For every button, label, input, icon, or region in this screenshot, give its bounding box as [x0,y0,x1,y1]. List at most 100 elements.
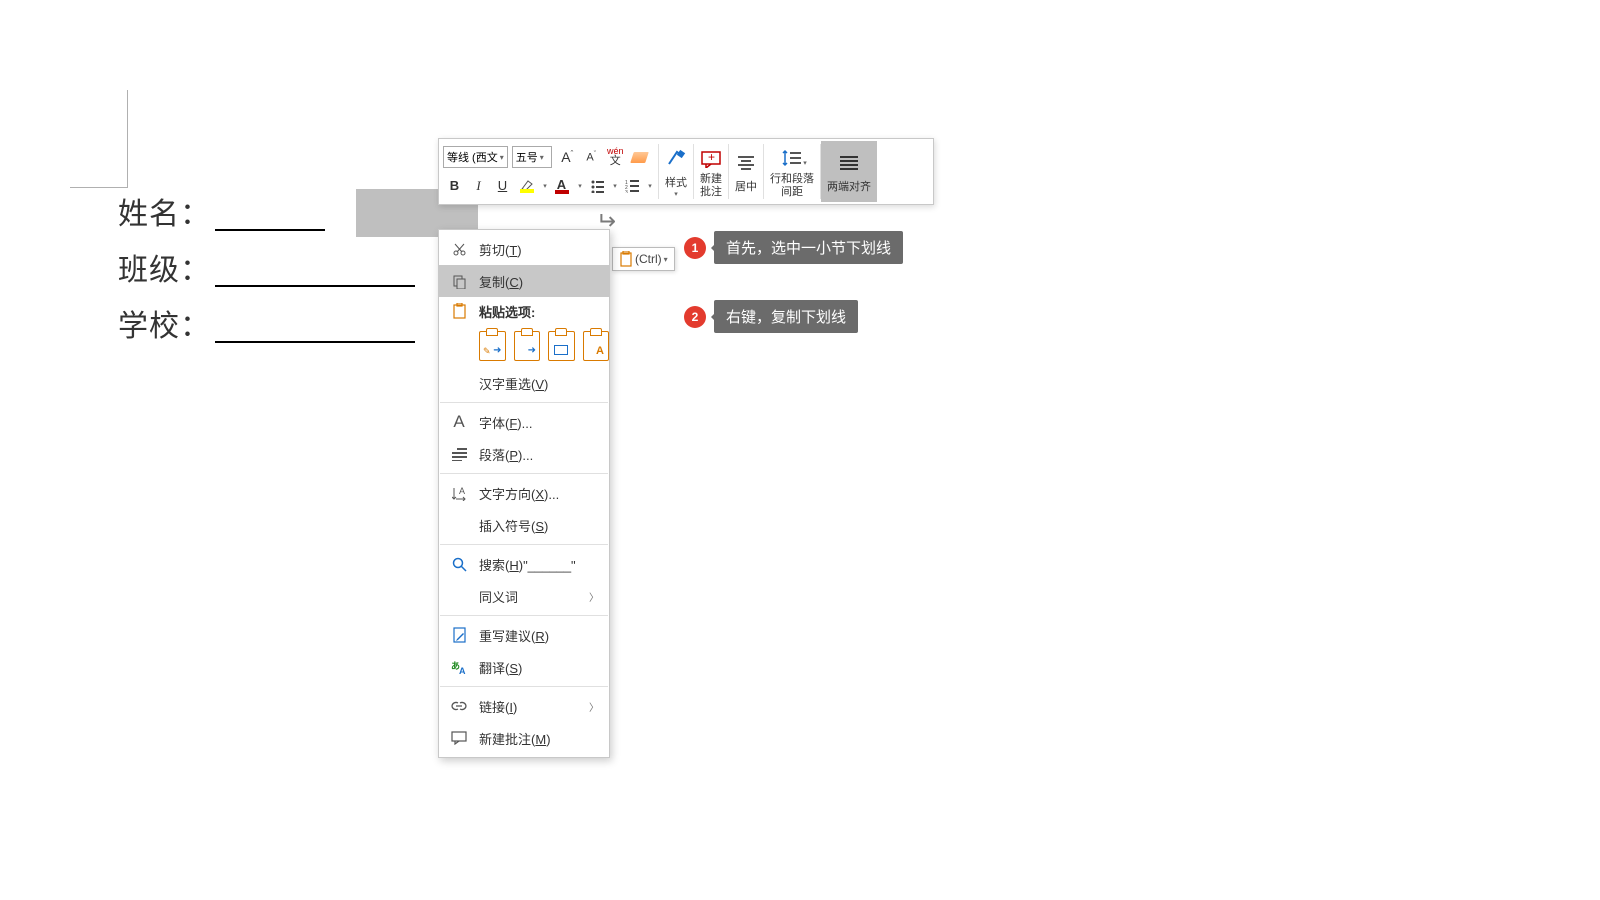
decrease-font-button[interactable]: Aˇ [580,145,603,169]
menu-paragraph-label: 段落(P)... [479,445,599,464]
menu-paste-options-label: 粘贴选项: [479,302,599,321]
justify-icon [839,154,859,172]
bold-button[interactable]: B [443,174,466,198]
svg-text:A: A [459,666,466,675]
font-color-button[interactable]: A [550,174,573,198]
font-name-value: 等线 (西文 [447,149,498,165]
numbering-dropdown[interactable]: ▾ [644,174,654,198]
numbering-button[interactable]: 123 [620,174,643,198]
menu-search-label: 搜索(H)"______" [479,555,599,574]
font-color-dropdown[interactable]: ▾ [574,174,584,198]
menu-font-label: 字体(F)... [479,413,599,432]
font-size-combo[interactable]: 五号▾ [512,146,552,168]
annotation-2: 2 右键，复制下划线 [684,300,858,333]
numbering-icon: 123 [625,179,639,193]
svg-text:3: 3 [625,190,628,193]
new-comment-button[interactable]: + 新建 批注 [694,141,728,202]
eraser-icon [630,152,649,163]
label-name: 姓名： [118,189,211,233]
bullets-icon [590,179,604,193]
menu-link[interactable]: 链接(I) 〉 [439,690,609,722]
menu-search[interactable]: 搜索(H)"______" [439,548,609,580]
line-spacing-icon [781,149,803,167]
paste-options-row: ✎➜ ➜ A [439,325,609,367]
line-spacing-button[interactable]: 行和段落 间距 ▾ [764,141,820,202]
bullets-button[interactable] [585,174,608,198]
scissors-icon [449,242,469,257]
form-row-name: 姓名： [118,195,415,233]
center-button[interactable]: 居中 [729,141,763,202]
menu-insert-symbol-label: 插入符号(S) [479,516,599,535]
paste-picture[interactable] [548,331,575,361]
annotation-1-text: 首先，选中一小节下划线 [714,231,903,264]
separator [440,544,608,545]
menu-synonyms[interactable]: 同义词 〉 [439,580,609,612]
paste-merge-formatting[interactable]: ➜ [514,331,541,361]
menu-copy[interactable]: 复制(C) [439,265,609,297]
center-align-icon [736,154,756,172]
menu-text-direction-label: 文字方向(X)... [479,484,599,503]
styles-button[interactable]: 样式 ▾ [659,141,693,202]
submenu-arrow-icon: 〉 [589,589,599,604]
text-direction-icon: A [449,486,469,501]
underline-school[interactable] [215,341,415,343]
line-spacing-label: 行和段落 间距 [770,173,814,198]
paste-text-only[interactable]: A [583,331,610,361]
annotation-1: 1 首先，选中一小节下划线 [684,231,903,264]
svg-text:A: A [459,486,465,496]
separator [440,686,608,687]
highlight-button[interactable] [515,174,538,198]
menu-translate[interactable]: あA 翻译(S) [439,651,609,683]
comment-icon [449,731,469,745]
underline-button[interactable]: U [491,174,514,198]
annotation-2-text: 右键，复制下划线 [714,300,858,333]
comment-icon: + [700,148,722,168]
annotation-2-number: 2 [684,306,706,328]
font-a-icon: A [449,412,469,432]
mini-toolbar: 等线 (西文▾ 五号▾ Aˆ Aˇ wén文 B I U ▾ A ▾ ▾ [438,138,934,205]
label-class: 班级： [118,245,211,289]
menu-rewrite-label: 重写建议(R) [479,626,599,645]
paste-header-icon [449,303,469,319]
font-name-combo[interactable]: 等线 (西文▾ [443,146,508,168]
menu-hanzi-label: 汉字重选(V) [479,374,599,393]
rewrite-icon [449,627,469,643]
menu-rewrite[interactable]: 重写建议(R) [439,619,609,651]
menu-paste-options-header: 粘贴选项: [439,297,609,325]
phonetic-guide-button[interactable]: wén文 [604,145,627,169]
form-row-school: 学校： [118,307,415,345]
menu-synonyms-label: 同义词 [479,587,589,606]
italic-button[interactable]: I [467,174,490,198]
menu-text-direction[interactable]: A 文字方向(X)... [439,477,609,509]
paragraph-icon [449,448,469,461]
font-size-value: 五号 [516,149,538,165]
menu-insert-symbol[interactable]: 插入符号(S) [439,509,609,541]
menu-cut[interactable]: 剪切(T) [439,233,609,265]
underline-class[interactable] [215,285,415,287]
highlight-dropdown[interactable]: ▾ [539,174,549,198]
clear-formatting-button[interactable] [628,145,651,169]
document-margin-corner [70,90,128,188]
paste-keep-source[interactable]: ✎➜ [479,331,506,361]
menu-font[interactable]: A 字体(F)... [439,406,609,438]
annotation-1-number: 1 [684,237,706,259]
menu-new-comment[interactable]: 新建批注(M) [439,722,609,754]
menu-paragraph[interactable]: 段落(P)... [439,438,609,470]
increase-font-button[interactable]: Aˆ [556,145,579,169]
justify-button[interactable]: 两端对齐 [821,141,877,202]
form-row-class: 班级： [118,251,415,289]
menu-hanzi-reselect[interactable]: 汉字重选(V) [439,367,609,399]
paste-ctrl-popup[interactable]: (Ctrl) ▾ [612,247,675,271]
justify-label: 两端对齐 [827,178,871,194]
styles-label: 样式 [665,174,687,190]
label-school: 学校： [118,301,211,345]
context-menu: 剪切(T) 复制(C) 粘贴选项: ✎➜ ➜ A 汉字重选(V) A 字体(F)… [438,229,610,758]
menu-link-label: 链接(I) [479,697,589,716]
center-label: 居中 [735,178,757,194]
new-comment-label: 新建 批注 [700,173,722,198]
underline-name-part1[interactable] [215,229,325,231]
link-icon [449,701,469,711]
bullets-dropdown[interactable]: ▾ [609,174,619,198]
menu-cut-label: 剪切(T) [479,240,599,259]
copy-icon [449,274,469,289]
